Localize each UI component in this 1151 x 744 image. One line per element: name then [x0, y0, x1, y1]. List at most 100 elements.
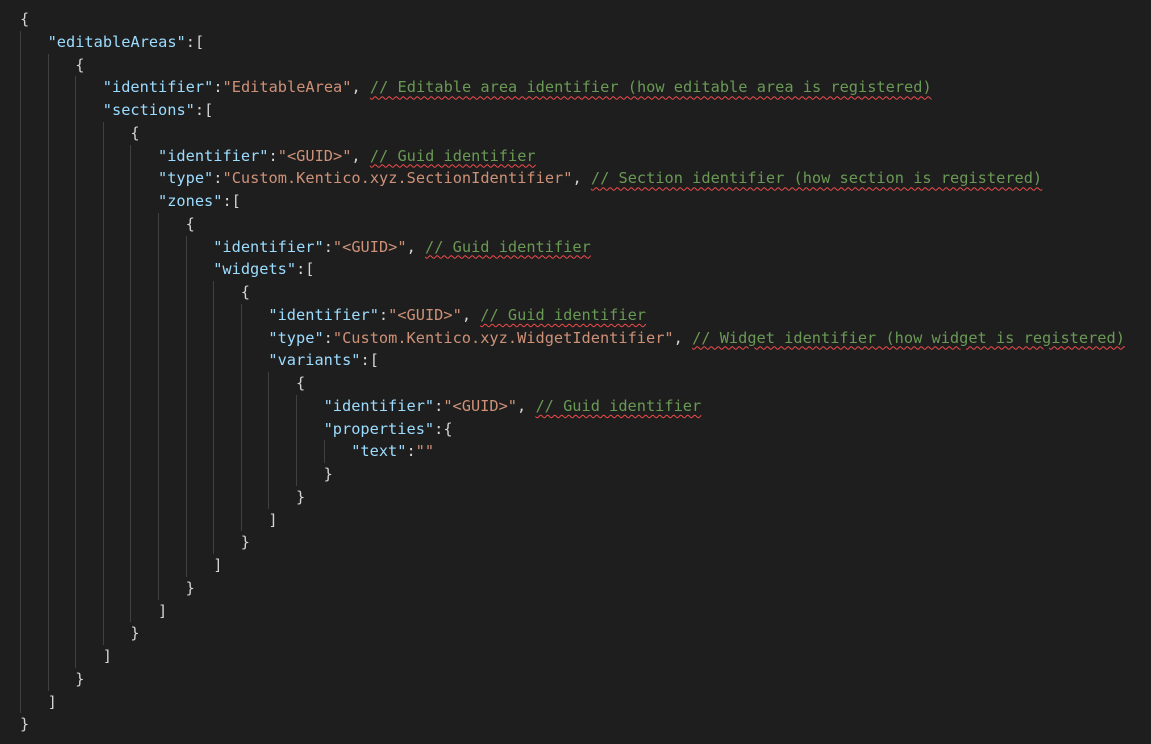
indent-guide [185, 349, 187, 372]
indent-guide [102, 235, 104, 259]
code-line[interactable]: } [20, 576, 1125, 600]
indent-guide [213, 463, 215, 486]
code-line[interactable]: { [20, 121, 1125, 145]
punctuation: } [75, 669, 85, 688]
indent-guide [75, 167, 77, 190]
indent-guide [102, 622, 104, 645]
punctuation: : [406, 442, 416, 461]
indent-guide [185, 554, 187, 577]
line-text: ] [268, 511, 277, 529]
code-lines: {"editableAreas":[{"identifier":"Editabl… [20, 8, 1125, 736]
indent-guide [102, 485, 104, 509]
indent-guide [47, 372, 49, 395]
code-line[interactable]: } [20, 622, 1125, 645]
indent-guide [102, 144, 104, 168]
indent-guide [130, 235, 132, 259]
punctuation: , [461, 305, 481, 324]
indent-guide [185, 326, 187, 350]
indent-guide [185, 303, 187, 327]
code-line[interactable]: "identifier":"<GUID>", // Guid identifie… [20, 394, 1125, 418]
indent-guide [47, 576, 49, 600]
code-line[interactable]: ] [20, 554, 1125, 577]
indent-guide [47, 531, 49, 554]
indent-guide [102, 121, 104, 145]
code-line[interactable]: } [20, 667, 1125, 691]
code-line[interactable]: } [20, 463, 1125, 486]
indent-guide [158, 303, 159, 327]
code-line[interactable]: "identifier":"<GUID>", // Guid identifie… [20, 144, 1125, 168]
code-line[interactable]: "text":"" [20, 440, 1125, 463]
code-line[interactable]: "widgets":[ [20, 258, 1125, 281]
code-line[interactable]: ] [20, 599, 1125, 623]
indent-guide [158, 372, 159, 395]
indent-guide [47, 212, 49, 236]
indent-guide [240, 303, 242, 327]
code-line[interactable]: { [20, 372, 1125, 395]
json-key: "zones" [158, 192, 223, 210]
punctuation: { [75, 55, 85, 74]
indent-guide [185, 258, 187, 281]
indent-guide [75, 599, 77, 623]
code-line[interactable]: { [20, 212, 1125, 236]
indent-guide [158, 417, 159, 441]
line-text: "identifier":"<GUID>", // Guid identifie… [158, 147, 536, 165]
string-value: "Custom.Kentico.xyz.WidgetIdentifier" [332, 328, 674, 347]
punctuation: :[ [360, 351, 379, 370]
comment: // Guid identifier [369, 146, 536, 165]
indent-guide [158, 440, 159, 463]
punctuation: { [20, 10, 30, 28]
code-line[interactable]: } [20, 485, 1125, 509]
code-line[interactable]: "properties":{ [20, 417, 1125, 441]
line-text: "widgets":[ [213, 260, 314, 278]
punctuation: { [130, 123, 140, 142]
indent-guide [213, 440, 215, 463]
punctuation: : [323, 237, 333, 256]
line-text: "identifier":"EditableArea", // Editable… [103, 78, 932, 96]
code-editor[interactable]: {"editableAreas":[{"identifier":"Editabl… [0, 0, 1151, 744]
code-line[interactable]: } [20, 531, 1125, 554]
code-line[interactable]: "identifier":"<GUID>", // Guid identifie… [20, 303, 1125, 327]
code-line[interactable]: { [20, 281, 1125, 304]
indent-guide [296, 463, 297, 486]
code-line[interactable]: ] [20, 508, 1125, 532]
punctuation: , [572, 169, 591, 188]
code-line[interactable]: "identifier":"<GUID>", // Guid identifie… [20, 235, 1125, 259]
indent-guide [47, 599, 49, 623]
indent-guide [158, 576, 159, 600]
code-line[interactable]: "type":"Custom.Kentico.xyz.SectionIdenti… [20, 167, 1125, 190]
indent-guide [20, 622, 21, 645]
comment: // Guid identifier [425, 237, 591, 256]
indent-guide [20, 99, 21, 122]
indent-guide [102, 190, 104, 213]
punctuation: , [517, 396, 536, 415]
code-line[interactable]: "type":"Custom.Kentico.xyz.WidgetIdentif… [20, 326, 1125, 350]
indent-guide [130, 144, 132, 168]
line-text: "identifier":"<GUID>", // Guid identifie… [268, 306, 646, 324]
code-line[interactable]: "identifier":"EditableArea", // Editable… [20, 76, 1125, 99]
code-line[interactable]: ] [20, 690, 1125, 714]
code-line[interactable]: "editableAreas":[ [20, 30, 1125, 54]
line-text: } [130, 624, 139, 642]
indent-guide [20, 599, 21, 623]
line-text: } [324, 465, 333, 483]
punctuation: ] [47, 692, 57, 711]
code-line[interactable]: { [20, 53, 1125, 77]
code-line[interactable]: "zones":[ [20, 190, 1125, 213]
indent-guide [158, 508, 159, 532]
indent-guide [75, 303, 77, 327]
code-line[interactable]: } [20, 713, 1125, 736]
indent-guide [240, 372, 242, 395]
indent-guide [75, 144, 77, 168]
string-value: "<GUID>" [277, 146, 352, 165]
indent-guide [20, 121, 21, 145]
punctuation: } [296, 487, 306, 506]
code-line[interactable]: ] [20, 645, 1125, 668]
code-line[interactable]: "sections":[ [20, 99, 1125, 122]
comment: // Guid identifier [480, 305, 647, 324]
code-line[interactable]: "variants":[ [20, 349, 1125, 372]
indent-guide [213, 326, 215, 350]
line-text: "properties":{ [324, 420, 453, 438]
indent-guide [47, 485, 49, 509]
code-line[interactable]: { [20, 8, 1125, 31]
json-key: "identifier" [158, 146, 269, 165]
